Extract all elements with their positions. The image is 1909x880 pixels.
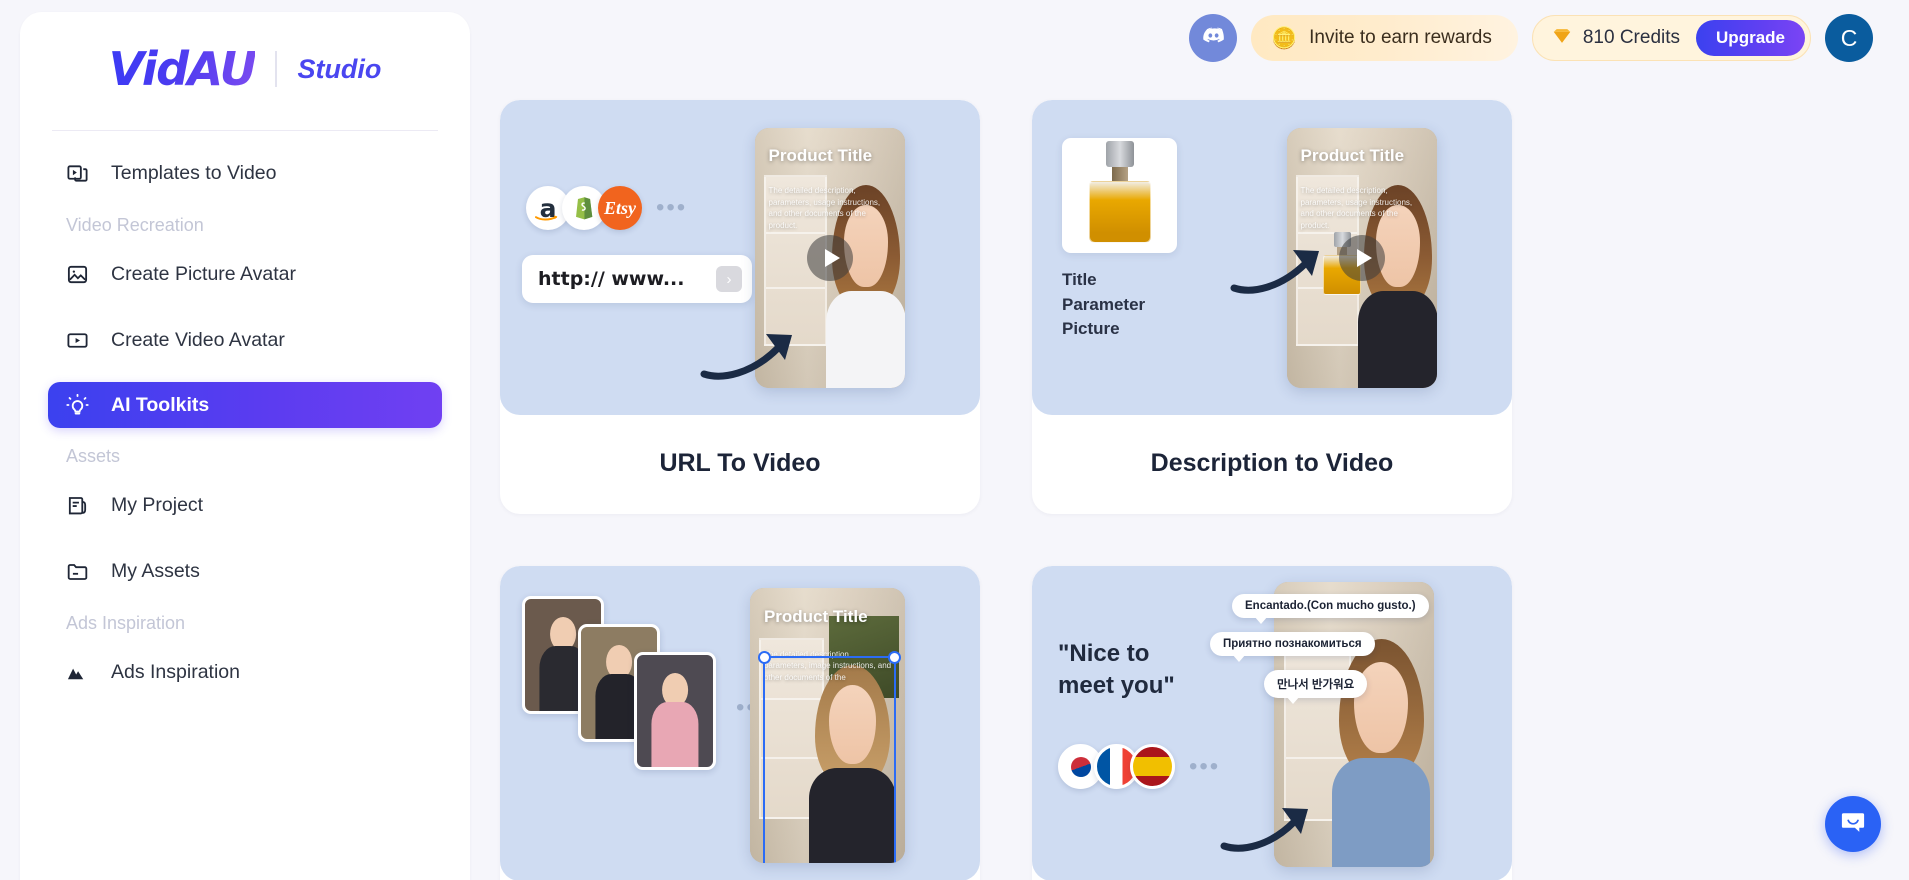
video-preview: Product Title The detailed description, … bbox=[750, 588, 905, 863]
quote-text: "Nice to meet you" bbox=[1058, 640, 1175, 700]
sidebar-item-label: Create Video Avatar bbox=[111, 328, 285, 351]
card-video-translation[interactable]: "Nice to meet you" ••• Encantado.(Con mu… bbox=[1032, 566, 1512, 880]
translation-bubble: Encantado.(Con mucho gusto.) bbox=[1232, 594, 1429, 624]
card-title: URL To Video bbox=[659, 449, 821, 477]
url-input[interactable]: http:// www... › bbox=[522, 255, 752, 303]
folder-icon bbox=[66, 560, 89, 583]
sidebar-item-label: AI Toolkits bbox=[111, 393, 210, 416]
play-icon[interactable] bbox=[1339, 235, 1385, 281]
credits-pill: 810 Credits Upgrade bbox=[1531, 15, 1811, 61]
preview-product-title: Product Title bbox=[1300, 146, 1405, 166]
sidebar-item-create-video-avatar[interactable]: Create Video Avatar bbox=[48, 316, 442, 364]
tool-card-grid: a Etsy ••• http:// www... › Product Titl… bbox=[500, 100, 1880, 880]
sidebar-item-ads-inspiration[interactable]: Ads Inspiration bbox=[48, 648, 442, 696]
card-visual: ••• Product Title The detailed descripti… bbox=[500, 566, 980, 880]
url-input-text: http:// www... bbox=[538, 268, 685, 290]
sidebar-group-assets: Assets bbox=[66, 446, 121, 466]
sidebar-item-label: My Assets bbox=[111, 559, 200, 582]
sidebar-item-label: Ads Inspiration bbox=[111, 660, 240, 683]
sidebar-nav: Templates to Video Video Recreation Crea… bbox=[20, 131, 470, 696]
more-dots: ••• bbox=[656, 194, 688, 221]
sidebar-group-ads-inspiration: Ads Inspiration bbox=[66, 613, 186, 633]
sidebar-item-my-assets[interactable]: My Assets bbox=[48, 547, 442, 595]
image-icon bbox=[66, 263, 89, 286]
sidebar-item-templates-to-video[interactable]: Templates to Video bbox=[48, 149, 442, 197]
top-header: 🪙 Invite to earn rewards 810 Credits Upg… bbox=[1189, 14, 1873, 62]
card-visual: "Nice to meet you" ••• Encantado.(Con mu… bbox=[1032, 566, 1512, 880]
sidebar: VidAU Studio Templates to Video Video Re… bbox=[20, 12, 470, 880]
preview-product-title: Product Title bbox=[763, 607, 868, 627]
flag-es-icon bbox=[1130, 744, 1175, 789]
card-title: Description to Video bbox=[1150, 449, 1394, 477]
app-root: VidAU Studio Templates to Video Video Re… bbox=[0, 0, 1909, 880]
etsy-icon: Etsy bbox=[598, 186, 642, 230]
sidebar-item-label: Create Picture Avatar bbox=[111, 262, 296, 285]
sidebar-group-video-recreation: Video Recreation bbox=[66, 215, 204, 235]
sidebar-item-create-picture-avatar[interactable]: Create Picture Avatar bbox=[48, 250, 442, 298]
video-icon bbox=[66, 329, 89, 352]
character-thumb[interactable] bbox=[634, 652, 716, 770]
sidebar-item-ai-toolkits[interactable]: AI Toolkits bbox=[48, 382, 442, 428]
brand-header: VidAU Studio bbox=[20, 12, 470, 120]
card-visual: Title Parameter Picture Product Title Th… bbox=[1032, 100, 1512, 415]
language-flags: ••• bbox=[1058, 744, 1220, 789]
brand-studio-label: Studio bbox=[297, 53, 382, 84]
card-character-plus[interactable]: ••• Product Title The detailed descripti… bbox=[500, 566, 980, 880]
arrow-icon bbox=[700, 334, 792, 380]
selection-handle[interactable] bbox=[758, 651, 771, 664]
url-submit-icon[interactable]: › bbox=[716, 266, 742, 292]
sidebar-item-label: Templates to Video bbox=[111, 161, 277, 184]
card-description-to-video[interactable]: Title Parameter Picture Product Title Th… bbox=[1032, 100, 1512, 514]
brand-separator bbox=[275, 51, 278, 87]
sidebar-item-my-project[interactable]: My Project bbox=[48, 481, 442, 529]
play-icon[interactable] bbox=[807, 235, 853, 281]
card-visual: a Etsy ••• http:// www... › Product Titl… bbox=[500, 100, 980, 415]
avatar[interactable]: C bbox=[1825, 14, 1873, 62]
invite-label: Invite to earn rewards bbox=[1309, 27, 1492, 48]
preview-product-desc: The detailed description, parameters, us… bbox=[768, 186, 881, 230]
chat-bubble-icon bbox=[1839, 808, 1867, 841]
arrow-icon bbox=[1220, 808, 1308, 852]
selection-handle[interactable] bbox=[888, 651, 901, 664]
sidebar-item-label: My Project bbox=[111, 493, 204, 516]
discord-icon bbox=[1200, 22, 1227, 54]
translation-bubble: Приятно познакомиться bbox=[1210, 632, 1375, 662]
more-dots: ••• bbox=[1189, 752, 1221, 780]
chat-widget-button[interactable] bbox=[1825, 796, 1881, 852]
marketplace-logos: a Etsy ••• bbox=[526, 186, 687, 230]
lightbulb-icon bbox=[66, 393, 89, 417]
translation-bubble: 만나서 반가워요 bbox=[1264, 670, 1368, 704]
templates-icon bbox=[66, 162, 89, 185]
arrow-icon bbox=[1230, 250, 1319, 294]
preview-product-title: Product Title bbox=[768, 146, 873, 166]
selection-box[interactable] bbox=[758, 651, 901, 863]
upgrade-button[interactable]: Upgrade bbox=[1696, 20, 1805, 56]
document-icon bbox=[66, 494, 89, 517]
mountain-icon bbox=[66, 661, 89, 684]
discord-button[interactable] bbox=[1189, 14, 1237, 62]
brand-logo: VidAU bbox=[108, 42, 257, 96]
card-url-to-video[interactable]: a Etsy ••• http:// www... › Product Titl… bbox=[500, 100, 980, 514]
coins-icon: 🪙 bbox=[1271, 26, 1298, 50]
gem-icon bbox=[1551, 25, 1573, 52]
product-image-tile bbox=[1062, 138, 1177, 253]
preview-product-desc: The detailed description, parameters, us… bbox=[1300, 186, 1413, 230]
invite-to-earn-rewards-button[interactable]: 🪙 Invite to earn rewards bbox=[1251, 15, 1518, 61]
perfume-bottle-icon bbox=[1088, 141, 1151, 243]
input-caption: Title Parameter Picture bbox=[1062, 270, 1146, 339]
credits-label: 810 Credits bbox=[1582, 27, 1681, 48]
